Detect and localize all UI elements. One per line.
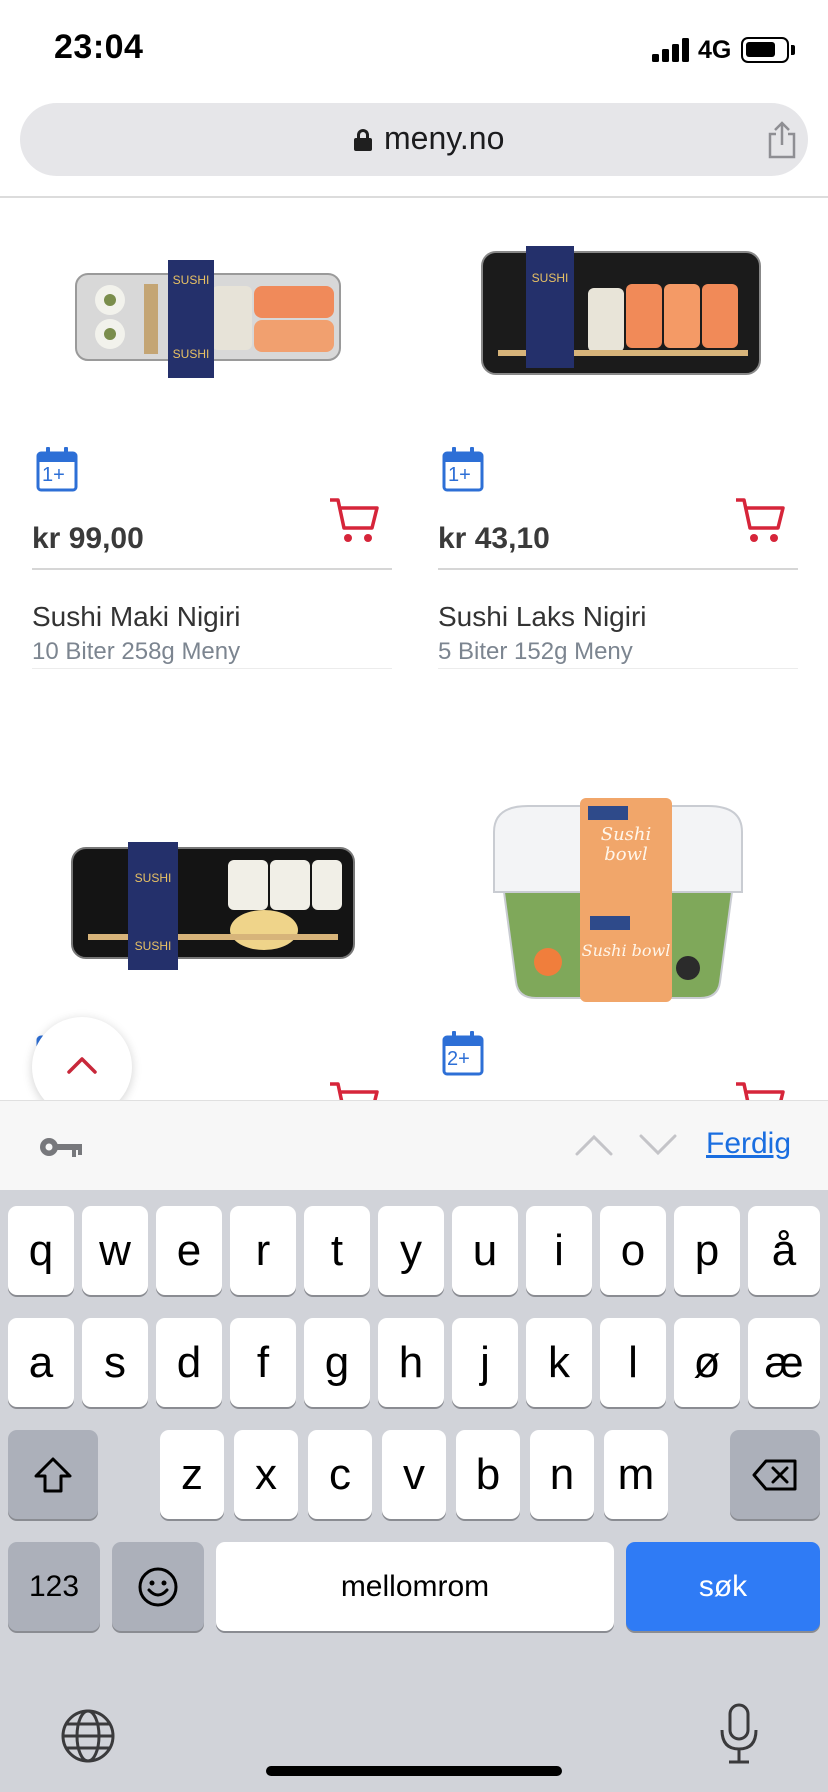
svg-text:Sushi: Sushi (601, 824, 652, 845)
share-icon[interactable] (765, 121, 799, 159)
key-v[interactable]: v (382, 1430, 446, 1519)
product-card[interactable]: SUSHI SUSHI 1+ kr 99,00 Sushi Maki Nigir… (32, 198, 392, 669)
next-field-icon[interactable] (638, 1133, 678, 1157)
shift-key[interactable] (8, 1430, 98, 1519)
emoji-icon (138, 1567, 178, 1606)
space-key[interactable]: mellomrom (216, 1542, 614, 1631)
key-h[interactable]: h (378, 1318, 444, 1407)
key-g[interactable]: g (304, 1318, 370, 1407)
key-t[interactable]: t (304, 1206, 370, 1295)
key-j[interactable]: j (452, 1318, 518, 1407)
product-name[interactable]: Sushi Laks Nigiri (438, 601, 647, 633)
key-z[interactable]: z (160, 1430, 224, 1519)
svg-text:SUSHI: SUSHI (135, 939, 172, 953)
product-name[interactable]: Sushi Maki Nigiri (32, 601, 241, 633)
previous-field-icon[interactable] (574, 1133, 614, 1157)
address-bar[interactable]: meny.no (20, 103, 808, 176)
key-q[interactable]: q (8, 1206, 74, 1295)
key-m[interactable]: m (604, 1430, 668, 1519)
cart-icon[interactable] (734, 496, 786, 546)
svg-text:SUSHI: SUSHI (173, 347, 210, 361)
status-bar: 23:04 4G (0, 0, 828, 96)
key-u[interactable]: u (452, 1206, 518, 1295)
key-k[interactable]: k (526, 1318, 592, 1407)
key-l[interactable]: l (600, 1318, 666, 1407)
product-image[interactable]: Sushi bowl Sushi bowl (438, 792, 798, 1012)
status-time: 23:04 (54, 28, 144, 66)
key-oe[interactable]: ø (674, 1318, 740, 1407)
key-e[interactable]: e (156, 1206, 222, 1295)
svg-text:SUSHI: SUSHI (173, 273, 210, 287)
price: kr 99,00 (32, 522, 144, 555)
price: kr 43,10 (438, 522, 550, 555)
product-card[interactable]: SUSHI 1+ kr 43,10 Sushi Laks Nigiri 5 Bi… (438, 198, 798, 669)
key-w[interactable]: w (82, 1206, 148, 1295)
key-n[interactable]: n (530, 1430, 594, 1519)
svg-text:Sushi bowl: Sushi bowl (582, 941, 671, 960)
shift-icon (34, 1457, 72, 1492)
svg-text:SUSHI: SUSHI (532, 271, 569, 285)
product-image[interactable]: SUSHI SUSHI (32, 800, 392, 980)
calendar-icon: 2+ (442, 1030, 484, 1076)
key-b[interactable]: b (456, 1430, 520, 1519)
numbers-key[interactable]: 123 (8, 1542, 100, 1631)
key-a[interactable]: a (8, 1318, 74, 1407)
chevron-up-icon (67, 1057, 97, 1074)
product-subtitle: 5 Biter 152g Meny (438, 638, 633, 665)
product-card[interactable]: Sushi bowl Sushi bowl 2+ (438, 780, 798, 1114)
svg-text:bowl: bowl (604, 844, 648, 865)
calendar-icon: 1+ (36, 446, 78, 492)
calendar-badge: 1+ (448, 464, 471, 486)
emoji-key[interactable] (112, 1542, 204, 1631)
key-aa[interactable]: å (748, 1206, 820, 1295)
key-ae[interactable]: æ (748, 1318, 820, 1407)
key-f[interactable]: f (230, 1318, 296, 1407)
lock-icon (354, 129, 372, 151)
key-s[interactable]: s (82, 1318, 148, 1407)
battery-icon (741, 37, 789, 63)
product-image[interactable]: SUSHI SUSHI (32, 238, 392, 388)
cart-icon[interactable] (328, 496, 380, 546)
signal-icon (652, 38, 690, 62)
svg-text:SUSHI: SUSHI (135, 871, 172, 885)
key-y[interactable]: y (378, 1206, 444, 1295)
keyboard-accessory-bar: Ferdig (0, 1100, 828, 1190)
url-text: meny.no (384, 120, 505, 156)
key-d[interactable]: d (156, 1318, 222, 1407)
calendar-icon: 1+ (442, 446, 484, 492)
home-indicator (266, 1766, 562, 1776)
backspace-key[interactable] (730, 1430, 820, 1519)
price-divider (438, 568, 798, 570)
key-icon[interactable] (38, 1135, 84, 1159)
key-p[interactable]: p (674, 1206, 740, 1295)
done-button[interactable]: Ferdig (706, 1127, 791, 1161)
microphone-icon[interactable] (718, 1702, 760, 1766)
key-i[interactable]: i (526, 1206, 592, 1295)
key-c[interactable]: c (308, 1430, 372, 1519)
search-key[interactable]: søk (626, 1542, 820, 1631)
product-image[interactable]: SUSHI (438, 238, 798, 388)
network-label: 4G (698, 36, 732, 64)
product-subtitle: 10 Biter 258g Meny (32, 638, 241, 665)
keyboard: q w e r t y u i o p å a s d f g h j k l … (0, 1190, 828, 1792)
key-o[interactable]: o (600, 1206, 666, 1295)
key-x[interactable]: x (234, 1430, 298, 1519)
calendar-badge: 1+ (42, 464, 65, 486)
backspace-icon (752, 1459, 797, 1490)
price-divider (32, 568, 392, 570)
calendar-badge: 2+ (447, 1048, 470, 1070)
globe-icon[interactable] (60, 1708, 116, 1764)
key-r[interactable]: r (230, 1206, 296, 1295)
